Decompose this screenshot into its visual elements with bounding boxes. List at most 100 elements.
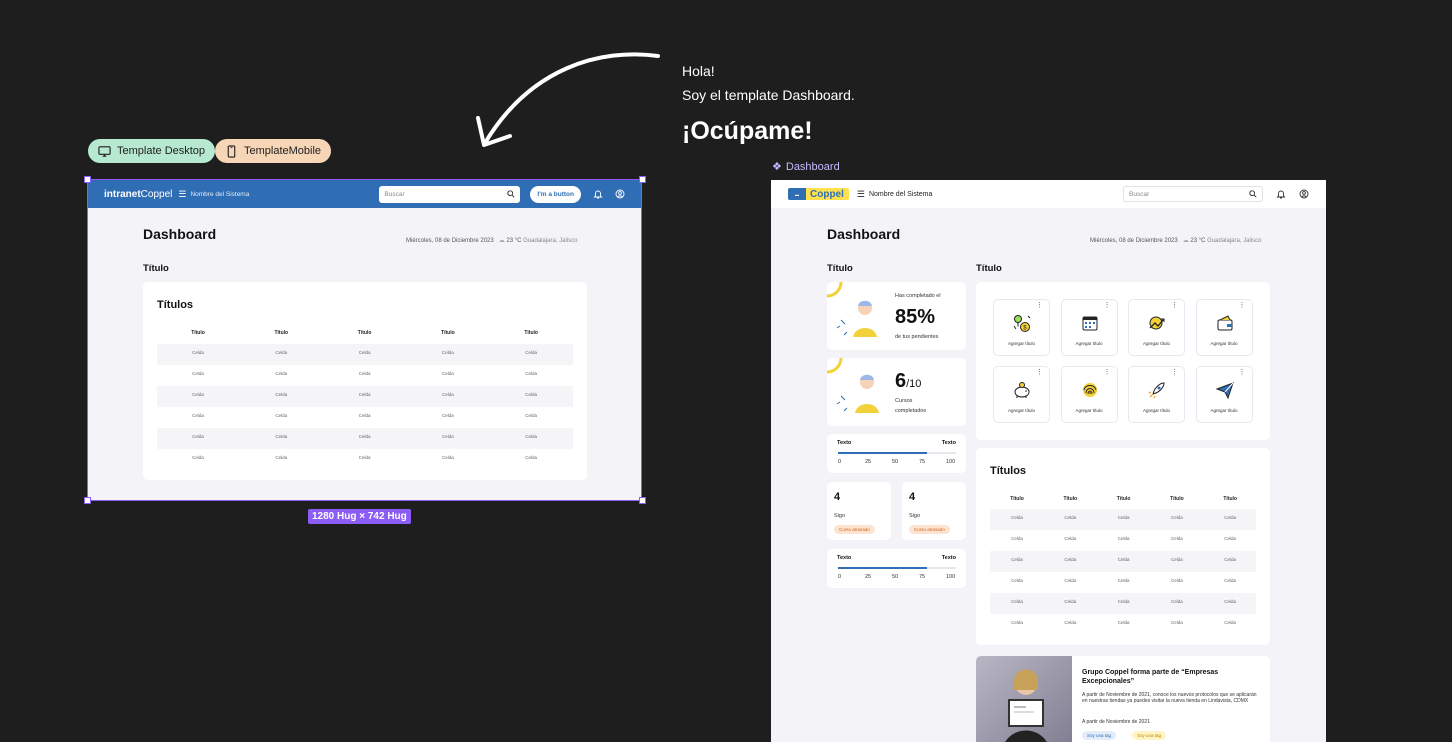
table-cell: Celda	[525, 413, 538, 418]
table-cell: Celda	[1064, 515, 1077, 520]
table-cell: Celda	[275, 371, 288, 376]
tile-label: Agregar título	[1142, 341, 1170, 346]
table-cell: Celda	[1011, 599, 1023, 604]
progress-caption-bottom: de tus pendientes	[895, 334, 939, 340]
news-body: A partir de Noviembre de 2021, conoce lo…	[1082, 692, 1257, 704]
calendar-icon	[1082, 316, 1097, 331]
template-desktop-pill[interactable]: Template Desktop	[88, 139, 216, 163]
column-header[interactable]: Título	[1045, 496, 1095, 502]
table-cell: Celda	[1011, 578, 1023, 583]
column-header[interactable]: Título	[992, 496, 1042, 502]
table-card: Títulos Título Título Título Título Título Ce…	[976, 448, 1270, 645]
more-options-icon[interactable]: ⋮	[1104, 302, 1111, 309]
table-cell: Celda	[275, 392, 288, 397]
coppel-logo[interactable]: ▬ Coppel	[788, 188, 849, 200]
selection-handle[interactable]	[639, 176, 646, 183]
template-mobile-pill[interactable]: TemplateMobile	[215, 139, 332, 163]
news-card[interactable]: Grupo Coppel forma parte de “Empresas Ex…	[976, 656, 1270, 742]
table-cell: Celda	[1011, 536, 1023, 541]
girl-illustration-icon	[827, 282, 877, 337]
column-header[interactable]: Título	[173, 330, 223, 336]
more-options-icon[interactable]: ⋮	[1104, 369, 1111, 376]
news-tag[interactable]: Soy una tag	[1082, 731, 1117, 740]
column-header[interactable]: Título	[1152, 496, 1202, 502]
desktop-header: intranetCoppel ☰ Nombre del Sistema Busc…	[88, 180, 641, 208]
column-header[interactable]: Título	[506, 330, 556, 336]
dashboard-template-frame[interactable]: ▬ Coppel ☰ Nombre del Sistema Buscar Das…	[771, 180, 1326, 742]
desktop-template-frame[interactable]: intranetCoppel ☰ Nombre del Sistema Busc…	[87, 179, 642, 501]
wallet-icon	[1217, 315, 1232, 331]
coppel-logo-mark: ▬	[788, 188, 806, 200]
shortcut-tile[interactable]: ⋮ Agregar título	[1128, 366, 1185, 423]
bell-icon[interactable]	[593, 189, 603, 199]
bell-icon[interactable]	[1276, 189, 1286, 199]
table-cell: Celda	[1171, 536, 1183, 541]
shortcut-tile[interactable]: ⋮ Agregar título	[993, 366, 1050, 423]
table-cell: Celda	[1224, 620, 1237, 625]
slider-card: Texto Texto 0 25 50 75 100	[827, 434, 966, 473]
primary-button[interactable]: I'm a button	[530, 185, 581, 203]
shortcut-tile[interactable]: ⋮ Agregar título	[1128, 299, 1185, 356]
courses-caption-1: Cursos	[895, 398, 913, 404]
slider-tick-label: 0	[838, 574, 842, 580]
shortcut-tile[interactable]: ⋮ Agregar título	[1060, 299, 1118, 356]
table-cell: Celda	[275, 350, 288, 355]
table-cell: Celda	[1117, 557, 1130, 562]
table-card: Títulos Título Título Título Título Título Ce…	[143, 282, 587, 480]
table-cell: Celda	[1011, 515, 1023, 520]
more-options-icon[interactable]: ⋮	[1171, 302, 1178, 309]
table-cell: Celda	[192, 434, 204, 439]
dashboard-frame-label[interactable]: ❖ Dashboard	[772, 160, 840, 174]
table-cell: Celda	[442, 413, 454, 418]
tile-label: Agregar título	[1007, 341, 1035, 346]
table-cell: Celda	[275, 413, 288, 418]
tile-label: Agregar título	[1007, 408, 1035, 413]
search-input[interactable]: Buscar	[1123, 186, 1263, 202]
more-options-icon[interactable]: ⋮	[1239, 302, 1246, 309]
column-header[interactable]: Título	[1205, 496, 1255, 502]
news-tag[interactable]: Soy una tag	[1132, 731, 1167, 740]
more-options-icon[interactable]: ⋮	[1036, 369, 1043, 376]
table-cell: Celda	[1224, 599, 1237, 604]
more-options-icon[interactable]: ⋮	[1171, 369, 1178, 376]
column-header[interactable]: Título	[1099, 496, 1149, 502]
table-cell: Celda	[1117, 515, 1130, 520]
system-menu[interactable]: ☰ Nombre del Sistema	[857, 189, 933, 200]
slider-tick-label: 100	[946, 574, 956, 580]
table-cell: Celda	[275, 434, 288, 439]
table-cell: Celda	[1117, 620, 1130, 625]
table-cell: Celda	[358, 455, 371, 460]
hamburger-icon[interactable]: ☰	[857, 189, 865, 200]
user-icon[interactable]	[615, 189, 625, 199]
column-header[interactable]: Título	[340, 330, 390, 336]
more-options-icon[interactable]: ⋮	[1036, 302, 1043, 309]
page-title: Dashboard	[143, 226, 217, 242]
table-cell: Celda	[525, 371, 538, 376]
slider-tick-label: 75	[919, 574, 926, 580]
template-mobile-label: TemplateMobile	[244, 145, 322, 157]
hamburger-icon[interactable]: ☰	[178, 189, 186, 200]
system-menu[interactable]: ☰ Nombre del Sistema	[178, 189, 249, 200]
selection-handle[interactable]	[639, 497, 646, 504]
news-date: A partir de Noviembre de 2021	[1082, 719, 1150, 725]
page-title: Dashboard	[827, 226, 901, 242]
shortcut-tile[interactable]: ⋮ $ Agregar título	[993, 299, 1050, 356]
date-weather: Miércoles, 08 de Diciembre 2023 ☁ 23 °C …	[1090, 238, 1262, 244]
slider-tick-label: 0	[838, 459, 842, 465]
slider-tick-label: 50	[892, 459, 899, 465]
table-cell: Celda	[192, 392, 204, 397]
user-icon[interactable]	[1299, 189, 1309, 199]
column-header[interactable]: Título	[256, 330, 306, 336]
selection-handle[interactable]	[84, 176, 91, 183]
selection-handle[interactable]	[84, 497, 91, 504]
intranet-logo[interactable]: intranetCoppel	[104, 189, 172, 200]
table-cell: Celda	[1224, 536, 1237, 541]
search-input[interactable]: Buscar	[379, 185, 521, 203]
shortcut-tile[interactable]: ⋮ Agregar título	[1060, 366, 1118, 423]
more-options-icon[interactable]: ⋮	[1239, 369, 1246, 376]
shortcut-tile[interactable]: ⋮ Agregar título	[1195, 299, 1253, 356]
column-header[interactable]: Título	[423, 330, 473, 336]
table-cell: Celda	[358, 371, 371, 376]
shortcut-tile[interactable]: ⋮ Agregar título	[1195, 366, 1253, 423]
stat-card: 4 Sigo Curso atrasado	[902, 482, 966, 540]
